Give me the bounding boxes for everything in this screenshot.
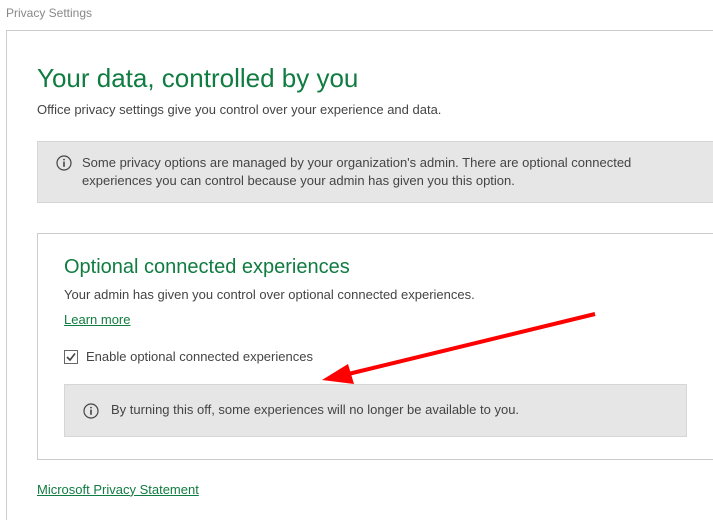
turn-off-warning-banner: By turning this off, some experiences wi… [64, 384, 687, 436]
learn-more-link[interactable]: Learn more [64, 312, 130, 327]
info-icon [83, 403, 99, 419]
admin-info-banner: Some privacy options are managed by your… [37, 141, 713, 203]
enable-optional-experiences-label: Enable optional connected experiences [86, 349, 313, 364]
microsoft-privacy-statement-link[interactable]: Microsoft Privacy Statement [37, 482, 199, 497]
page-subtitle: Office privacy settings give you control… [37, 102, 713, 117]
enable-optional-experiences-row[interactable]: Enable optional connected experiences [64, 349, 687, 364]
enable-optional-experiences-checkbox[interactable] [64, 350, 78, 364]
section-subtitle: Your admin has given you control over op… [64, 287, 687, 302]
admin-info-text: Some privacy options are managed by your… [82, 154, 695, 190]
window-title: Privacy Settings [0, 0, 713, 30]
turn-off-warning-text: By turning this off, some experiences wi… [111, 401, 519, 419]
page-title: Your data, controlled by you [37, 63, 713, 94]
info-icon [56, 155, 72, 171]
section-title: Optional connected experiences [64, 256, 687, 279]
optional-connected-experiences-card: Optional connected experiences Your admi… [37, 233, 713, 459]
content-frame: Your data, controlled by you Office priv… [6, 30, 713, 520]
